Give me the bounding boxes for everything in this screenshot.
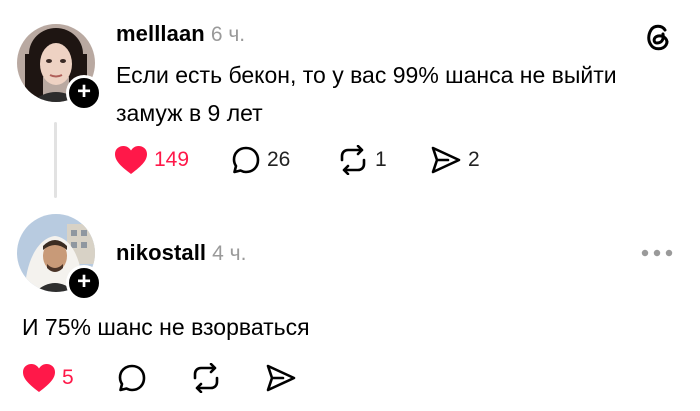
repost-count: 1 [375,148,387,171]
heart-icon [115,146,147,174]
post-text: И 75% шанс не взорваться [22,314,310,340]
timestamp: 4 ч. [212,242,247,265]
send-icon [431,146,461,174]
like-button[interactable]: 149 [114,145,189,175]
threads-logo-icon[interactable] [643,21,673,53]
post-header: nikostall 4 ч. [116,240,246,266]
repost-icon [340,145,366,175]
timestamp: 6 ч. [210,23,246,46]
comment-bubble-icon [118,364,146,392]
thread-connector-line [54,122,57,198]
send-icon [266,364,296,392]
repost-button[interactable] [190,363,222,393]
comment-bubble-icon [232,146,260,174]
like-count: 5 [62,366,74,389]
like-button[interactable]: 5 [22,363,74,393]
post-text-line: Если есть бекон, то у вас 99% шанса не в… [116,62,617,88]
more-dots-icon[interactable] [640,248,674,258]
heart-icon [23,364,55,392]
like-count: 149 [154,148,190,171]
share-count: 2 [468,148,480,171]
post-text-line: замуж в 9 лет [116,100,263,126]
post-header: melllaan 6 ч. [116,21,245,47]
follow-plus-icon[interactable]: + [66,265,102,301]
username[interactable]: melllaan [116,21,205,47]
username[interactable]: nikostall [116,240,206,266]
reply-button[interactable] [117,363,147,393]
reply-button[interactable]: 26 [231,145,290,175]
follow-plus-icon[interactable]: + [66,75,102,111]
repost-icon [193,363,219,393]
post-text: Если есть бекон, то у вас 99% шанса не в… [116,56,676,132]
share-button[interactable] [265,363,297,393]
share-button[interactable]: 2 [430,145,480,175]
repost-button[interactable]: 1 [337,145,387,175]
reply-count: 26 [267,148,291,171]
